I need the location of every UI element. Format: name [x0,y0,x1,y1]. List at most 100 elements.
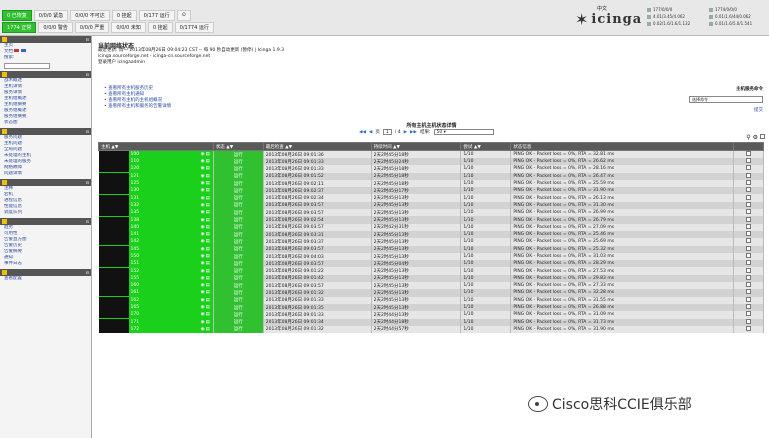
host-name[interactable]: 152 [129,269,201,274]
details-icon[interactable]: ▤ [206,181,210,186]
icinga-logo[interactable]: ✶ icinga 中文 [575,6,641,32]
next-page-button[interactable]: ▶ [404,130,407,135]
host-name[interactable]: 100 [129,152,201,157]
graph-icon[interactable]: ◉ [201,283,205,288]
quick-link-text[interactable]: 查看所有主机通知 [108,92,144,97]
collapse-icon[interactable]: ⊟ [86,180,89,185]
row-checkbox[interactable] [745,223,751,229]
row-checkbox[interactable] [745,231,751,237]
status-tab[interactable]: 0 挂起 [111,10,137,21]
host-name[interactable]: 110 [129,159,201,164]
details-icon[interactable]: ▤ [206,218,210,223]
column-header[interactable]: 尝试 ▲▼ [460,142,512,151]
host-name[interactable]: 125 [129,181,201,186]
details-icon[interactable]: ▤ [206,261,210,266]
host-cell[interactable]: 130 ◉ ▤ [98,187,214,195]
details-icon[interactable]: ▤ [206,269,210,274]
first-page-button[interactable]: ◀◀ [359,130,366,135]
graph-icon[interactable]: ◉ [201,327,205,332]
last-page-button[interactable]: ▶▶ [410,130,417,135]
host-name[interactable]: 170 [129,312,201,317]
details-icon[interactable]: ▤ [206,254,210,259]
host-name[interactable]: 141 [129,232,201,237]
row-checkbox[interactable] [745,296,751,302]
row-checkbox[interactable] [745,216,751,222]
column-header[interactable]: 状态信息 [510,142,734,151]
host-name[interactable]: 121 [129,174,201,179]
collapse-icon[interactable]: ⊟ [86,72,89,77]
host-cell[interactable]: 155 ◉ ▤ [98,274,214,283]
graph-icon[interactable]: ◉ [201,225,205,230]
sidebar-item[interactable]: 事件日志 [0,261,91,267]
status-tab[interactable]: 0/177 运行 [138,10,175,21]
status-tab[interactable]: 0 已恢复 [2,10,32,21]
graph-icon[interactable]: ◉ [201,174,205,179]
details-icon[interactable]: ▤ [206,210,210,215]
graph-icon[interactable]: ◉ [201,203,205,208]
details-icon[interactable]: ▤ [206,320,210,325]
details-icon[interactable]: ▤ [206,196,210,201]
host-cell[interactable]: 170 ◉ ▤ [98,311,214,319]
row-checkbox[interactable] [745,165,751,171]
row-checkbox[interactable] [745,209,751,215]
details-icon[interactable]: ▤ [206,247,210,252]
row-checkbox[interactable] [745,267,751,273]
graph-icon[interactable]: ◉ [201,239,205,244]
row-checkbox[interactable] [745,311,751,317]
prev-page-button[interactable]: ◀ [369,130,372,135]
status-tab[interactable]: 0/1774 运行 [174,22,214,33]
host-cell[interactable]: 165 ◉ ▤ [98,303,214,312]
details-icon[interactable]: ▤ [206,203,210,208]
per-page-select[interactable]: 50 ▾ [433,129,494,135]
row-checkbox[interactable] [745,187,751,193]
flag-icon[interactable] [20,49,26,52]
sidebar-item[interactable]: 调度队列 [0,210,91,216]
details-icon[interactable]: ▤ [206,152,210,157]
host-cell[interactable]: 161 ◉ ▤ [98,289,214,297]
host-cell[interactable]: 162 ◉ ▤ [98,296,214,304]
details-icon[interactable]: ▤ [206,305,210,310]
details-icon[interactable]: ▤ [206,232,210,237]
sidebar-item[interactable]: 查看配置 [0,276,91,282]
host-cell[interactable]: 110 ◉ ▤ [98,158,214,166]
graph-icon[interactable]: ◉ [201,261,205,266]
host-name[interactable]: 150 [129,254,201,259]
status-tab[interactable]: 0/0/0 警告 [38,22,73,33]
host-name[interactable]: 130 [129,188,201,193]
row-checkbox[interactable] [745,172,751,178]
collapse-icon[interactable]: ⊟ [86,270,89,275]
host-cell[interactable]: 142 ◉ ▤ [98,238,214,246]
command-select[interactable]: 选择命令 [689,96,763,103]
column-header[interactable]: 最后检查 ▲▼ [262,142,372,151]
search-input[interactable] [4,63,50,69]
quick-link[interactable]: • 查看所有主机和服务的告警详情 [104,104,171,110]
row-checkbox[interactable] [745,274,751,280]
graph-icon[interactable]: ◉ [201,159,205,164]
host-name[interactable]: 132 [129,203,201,208]
host-cell[interactable]: 145 ◉ ▤ [98,245,214,253]
status-tab[interactable]: 0/0/0 未知 [111,22,146,33]
host-cell[interactable]: 120 ◉ ▤ [98,165,214,173]
status-tab[interactable]: 0/0/0 紧急 [33,10,69,21]
host-cell[interactable]: 152 ◉ ▤ [98,267,214,275]
host-name[interactable]: 135 [129,210,201,215]
graph-icon[interactable]: ◉ [201,218,205,223]
details-icon[interactable]: ▤ [206,298,210,303]
host-name[interactable]: 161 [129,290,201,295]
status-tab[interactable]: 0 挂起 [147,22,173,33]
row-checkbox[interactable] [745,180,751,186]
details-icon[interactable]: ▤ [206,188,210,193]
host-cell[interactable]: 151 ◉ ▤ [98,260,214,268]
page-input[interactable]: 1 [382,129,392,135]
quick-link-text[interactable]: 查看所有主机的主机组概况 [108,98,162,103]
details-icon[interactable]: ▤ [206,159,210,164]
host-cell[interactable]: 150 ◉ ▤ [98,252,214,261]
sidebar-item[interactable]: 状态图 [0,120,91,126]
collapse-icon[interactable]: ⊟ [86,129,89,134]
row-checkbox[interactable] [745,325,751,331]
details-icon[interactable]: ▤ [206,239,210,244]
row-checkbox[interactable] [745,282,751,288]
collapse-icon[interactable]: ⊟ [86,37,89,42]
host-name[interactable]: 120 [129,166,201,171]
host-name[interactable]: 160 [129,283,201,288]
